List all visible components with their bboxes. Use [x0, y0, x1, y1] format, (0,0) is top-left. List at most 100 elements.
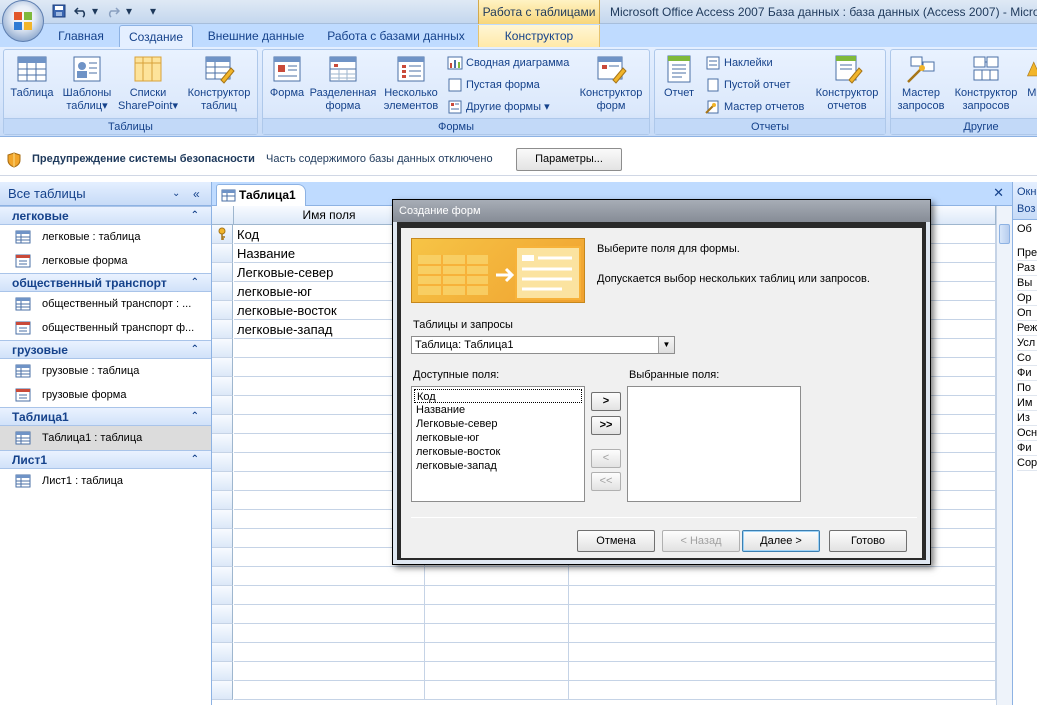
nav-item-table[interactable]: Таблица1 : таблица: [0, 426, 211, 450]
available-field-item[interactable]: Название: [414, 403, 582, 417]
next-button[interactable]: Далее >: [742, 530, 820, 552]
grid-cell[interactable]: [569, 624, 996, 643]
table-button[interactable]: Таблица: [6, 54, 58, 100]
grid-cell[interactable]: [425, 643, 569, 662]
row-selector[interactable]: [212, 643, 233, 662]
macro-button[interactable]: Ма: [1021, 54, 1037, 100]
nav-menu-chevron-icon[interactable]: ⌄: [172, 182, 180, 206]
report-wizard-button[interactable]: Мастер отчетов: [705, 98, 804, 116]
tab-database-tools[interactable]: Работа с базами данных: [318, 25, 474, 47]
tables-queries-select[interactable]: Таблица: Таблица1 ▼: [411, 336, 675, 354]
row-selector[interactable]: [212, 510, 233, 529]
row-selector[interactable]: [212, 567, 233, 586]
available-field-item[interactable]: легковые-запад: [414, 459, 582, 473]
add-all-fields-button[interactable]: >>: [591, 416, 621, 435]
grid-cell[interactable]: [425, 586, 569, 605]
nav-item-form[interactable]: общественный транспорт ф...: [0, 316, 211, 340]
redo-icon[interactable]: [106, 4, 121, 20]
field-name-cell[interactable]: [234, 624, 425, 643]
dropdown-arrow-icon[interactable]: ▼: [658, 337, 674, 353]
field-name-cell[interactable]: [234, 605, 425, 624]
blank-form-button[interactable]: Пустая форма: [447, 76, 540, 94]
row-selector[interactable]: [212, 339, 233, 358]
available-field-item[interactable]: Легковые-север: [414, 417, 582, 431]
property-row[interactable]: Вы: [1017, 276, 1037, 291]
table-design-button[interactable]: Конструктор таблиц: [182, 54, 256, 113]
customize-qat-icon[interactable]: ▾: [150, 4, 156, 20]
row-selector[interactable]: [212, 624, 233, 643]
row-selector[interactable]: [212, 434, 233, 453]
row-selector[interactable]: [212, 681, 233, 700]
nav-group-public-transport[interactable]: общественный транспорт ⌃: [0, 273, 211, 292]
select-all-cell[interactable]: [212, 206, 234, 225]
row-selector[interactable]: [212, 586, 233, 605]
grid-cell[interactable]: [425, 567, 569, 586]
nav-item-table[interactable]: легковые : таблица: [0, 225, 211, 249]
form-design-button[interactable]: Конструктор форм: [575, 54, 647, 113]
field-name-cell[interactable]: [234, 567, 425, 586]
save-icon[interactable]: [52, 4, 66, 20]
property-row[interactable]: Осн: [1017, 426, 1037, 441]
property-row[interactable]: Оп: [1017, 306, 1037, 321]
tab-create[interactable]: Создание: [119, 25, 193, 47]
finish-button[interactable]: Готово: [829, 530, 907, 552]
collapse-group-icon[interactable]: ⌃: [191, 451, 199, 469]
nav-item-table[interactable]: грузовые : таблица: [0, 359, 211, 383]
form-button[interactable]: Форма: [265, 54, 309, 100]
row-selector[interactable]: [212, 415, 233, 434]
grid-cell[interactable]: [425, 624, 569, 643]
row-selector[interactable]: [212, 548, 233, 567]
field-name-cell[interactable]: [234, 662, 425, 681]
scroll-thumb[interactable]: [999, 224, 1010, 244]
nav-group-sheet1[interactable]: Лист1 ⌃: [0, 450, 211, 469]
selected-fields-list[interactable]: [627, 386, 801, 502]
office-button[interactable]: [2, 0, 44, 42]
collapse-group-icon[interactable]: ⌃: [191, 274, 199, 292]
property-row[interactable]: Сор: [1017, 456, 1037, 471]
grid-cell[interactable]: [425, 605, 569, 624]
nav-item-table[interactable]: общественный транспорт : ...: [0, 292, 211, 316]
multiple-items-button[interactable]: Несколько элементов: [379, 54, 443, 113]
nav-header[interactable]: Все таблицы ⌄ «: [0, 182, 211, 206]
query-wizard-button[interactable]: Мастер запросов: [891, 54, 951, 113]
add-field-button[interactable]: >: [591, 392, 621, 411]
available-field-item[interactable]: легковые-восток: [414, 445, 582, 459]
redo-dropdown-icon[interactable]: ▾: [126, 4, 132, 20]
document-tab[interactable]: Таблица1: [216, 184, 306, 206]
available-field-item[interactable]: легковые-юг: [414, 431, 582, 445]
property-row[interactable]: По: [1017, 381, 1037, 396]
tab-home[interactable]: Главная: [46, 25, 116, 47]
remove-field-button[interactable]: <: [591, 449, 621, 468]
undo-icon[interactable]: [73, 4, 88, 20]
property-row[interactable]: Фи: [1017, 441, 1037, 456]
row-selector[interactable]: [212, 529, 233, 548]
nav-item-form[interactable]: грузовые форма: [0, 383, 211, 407]
cancel-button[interactable]: Отмена: [577, 530, 655, 552]
row-selector[interactable]: [212, 472, 233, 491]
nav-group-table1[interactable]: Таблица1 ⌃: [0, 407, 211, 426]
tab-design[interactable]: Конструктор: [478, 25, 600, 47]
grid-cell[interactable]: [569, 605, 996, 624]
nav-collapse-icon[interactable]: «: [193, 182, 200, 206]
row-selector[interactable]: [212, 396, 233, 415]
row-selector[interactable]: [212, 301, 233, 320]
nav-group-trucks[interactable]: грузовые ⌃: [0, 340, 211, 359]
property-row[interactable]: Реж: [1017, 321, 1037, 336]
property-row[interactable]: Со: [1017, 351, 1037, 366]
options-button[interactable]: Параметры...: [516, 148, 622, 171]
sharepoint-lists-button[interactable]: Списки SharePoint▾: [116, 54, 180, 113]
row-selector[interactable]: [212, 244, 233, 263]
nav-item-table[interactable]: Лист1 : таблица: [0, 469, 211, 493]
property-row[interactable]: Им: [1017, 396, 1037, 411]
grid-cell[interactable]: [569, 662, 996, 681]
property-pane-tab[interactable]: Об: [1017, 222, 1037, 237]
collapse-group-icon[interactable]: ⌃: [191, 341, 199, 359]
grid-cell[interactable]: [569, 643, 996, 662]
blank-report-button[interactable]: Пустой отчет: [705, 76, 790, 94]
close-icon[interactable]: ✕: [993, 185, 1004, 201]
property-row[interactable]: Пре: [1017, 246, 1037, 261]
row-selector[interactable]: [212, 320, 233, 339]
available-fields-list[interactable]: Код Название Легковые-север легковые-юг легк…: [411, 386, 585, 502]
vertical-scrollbar[interactable]: [996, 206, 1012, 705]
split-form-button[interactable]: Разделенная форма: [309, 54, 377, 113]
